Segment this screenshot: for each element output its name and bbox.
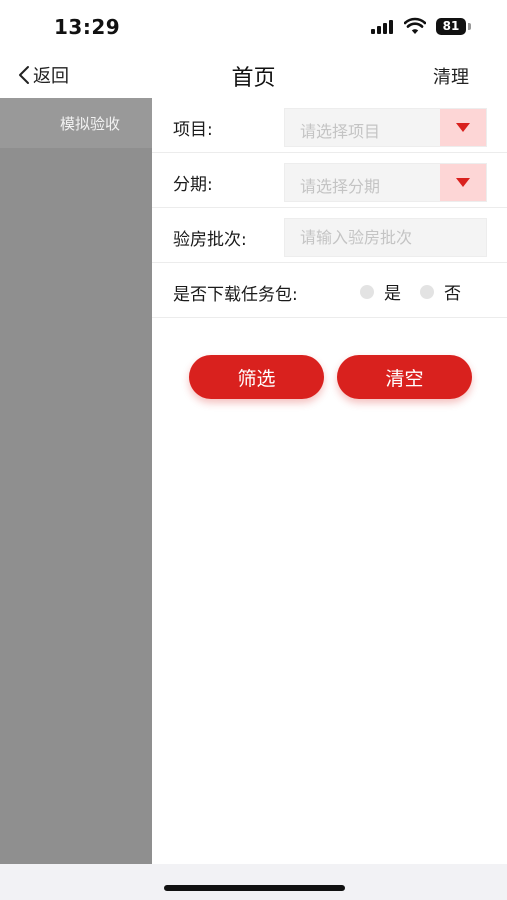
triangle-down-icon <box>456 123 470 132</box>
status-time: 13:29 <box>54 15 121 39</box>
phase-dropdown-button[interactable] <box>440 164 486 201</box>
battery-cap <box>468 23 471 30</box>
cleanup-button[interactable]: 清理 <box>433 63 469 89</box>
project-dropdown-button[interactable] <box>440 109 486 146</box>
project-row: 项目: 请选择项目 <box>152 98 507 153</box>
sidebar-item-simulated-acceptance[interactable]: 模拟验收 <box>0 98 152 148</box>
phase-row: 分期: 请选择分期 <box>152 153 507 208</box>
wifi-icon <box>404 17 426 34</box>
download-yes-radio[interactable]: 是 <box>360 279 401 304</box>
status-bar: 13:29 81 <box>0 0 507 52</box>
radio-label-no: 否 <box>444 284 461 304</box>
phase-label: 分期: <box>173 175 213 195</box>
cellular-signal-icon <box>371 20 397 34</box>
home-indicator[interactable] <box>164 885 345 891</box>
project-select[interactable]: 请选择项目 <box>284 108 487 147</box>
home-indicator-area <box>0 864 507 900</box>
battery-icon: 81 <box>436 18 466 35</box>
page-title: 首页 <box>231 66 276 91</box>
app-screen: 13:29 81 返回 首页 清理 模拟验收 项目: 请选择项目 分期: 请选择… <box>0 0 507 900</box>
download-row: 是否下载任务包: 是 否 <box>152 263 507 318</box>
action-buttons: 筛选 清空 <box>189 355 489 401</box>
batch-label: 验房批次: <box>173 230 247 250</box>
back-button[interactable]: 返回 <box>17 62 69 88</box>
project-placeholder: 请选择项目 <box>300 122 381 141</box>
chevron-left-icon <box>19 66 29 84</box>
batch-row: 验房批次: <box>152 208 507 263</box>
download-label: 是否下载任务包: <box>173 285 298 305</box>
download-no-radio[interactable]: 否 <box>420 279 461 304</box>
phase-select[interactable]: 请选择分期 <box>284 163 487 202</box>
triangle-down-icon <box>456 178 470 187</box>
filter-panel: 项目: 请选择项目 分期: 请选择分期 验房批次: 是否下载任务包: <box>152 98 507 399</box>
clear-button[interactable]: 清空 <box>337 355 472 399</box>
download-radio-group: 是 否 <box>360 279 480 304</box>
batch-input[interactable] <box>284 218 487 257</box>
radio-label-yes: 是 <box>384 284 401 304</box>
project-label: 项目: <box>173 120 213 140</box>
phase-placeholder: 请选择分期 <box>300 177 381 196</box>
back-label: 返回 <box>33 66 69 87</box>
sidebar: 模拟验收 <box>0 98 152 864</box>
radio-circle-icon <box>420 284 434 299</box>
nav-bar: 返回 首页 清理 <box>0 52 507 98</box>
filter-button[interactable]: 筛选 <box>189 355 324 399</box>
radio-circle-icon <box>360 284 374 299</box>
sidebar-item-label: 模拟验收 <box>59 114 120 133</box>
